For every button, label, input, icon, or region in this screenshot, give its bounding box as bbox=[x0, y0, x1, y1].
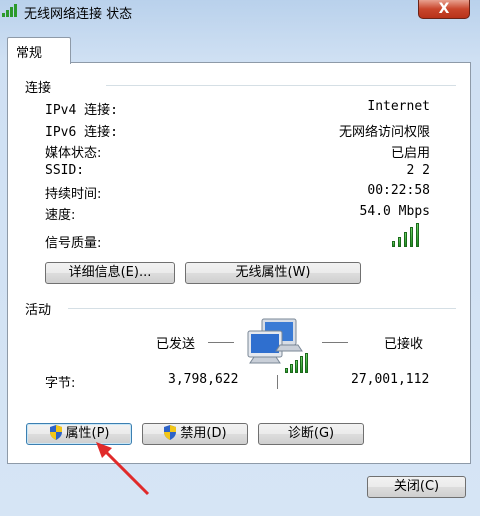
activity-group-divider bbox=[68, 308, 456, 309]
window-close-button[interactable]: X bbox=[418, 0, 470, 19]
properties-button-label: 属性(P) bbox=[65, 426, 110, 441]
ipv6-label: IPv6 连接: bbox=[45, 125, 118, 140]
annotation-arrow-icon bbox=[96, 442, 150, 496]
speed-value: 54.0 Mbps bbox=[359, 204, 430, 219]
sent-label: 已发送 bbox=[156, 337, 196, 352]
ssid-value: 2 2 bbox=[406, 163, 430, 178]
window-title: 无线网络连接 状态 bbox=[24, 7, 133, 22]
status-window: 无线网络连接 状态 X 常规 连接 IPv4 连接: Internet IPv6… bbox=[0, 0, 480, 516]
ipv4-label: IPv4 连接: bbox=[45, 103, 118, 118]
close-button[interactable]: 关闭(C) bbox=[367, 476, 466, 498]
tab-panel: 连接 IPv4 连接: Internet IPv6 连接: 无网络访问权限 媒体… bbox=[7, 62, 471, 464]
media-state-value: 已启用 bbox=[390, 146, 430, 161]
title-bar: 无线网络连接 状态 X bbox=[0, 0, 480, 22]
tab-general-label: 常规 bbox=[16, 46, 43, 61]
duration-label: 持续时间: bbox=[45, 187, 102, 202]
connection-group-divider bbox=[106, 85, 456, 86]
received-bytes-value: 27,001,112 bbox=[351, 372, 430, 387]
duration-value: 00:22:58 bbox=[367, 183, 430, 198]
activity-signal-icon bbox=[285, 353, 311, 373]
uac-shield-icon bbox=[163, 425, 177, 447]
details-button[interactable]: 详细信息(E)... bbox=[45, 262, 175, 284]
ipv6-value: 无网络访问权限 bbox=[338, 125, 430, 140]
disable-button-label: 禁用(D) bbox=[180, 426, 227, 441]
speed-label: 速度: bbox=[45, 208, 76, 223]
signal-quality-label: 信号质量: bbox=[45, 236, 102, 251]
diagnose-button[interactable]: 诊断(G) bbox=[258, 423, 364, 445]
received-line bbox=[322, 342, 348, 343]
wifi-signal-icon bbox=[2, 3, 18, 17]
activity-divider bbox=[277, 375, 278, 389]
uac-shield-icon bbox=[49, 425, 63, 447]
media-state-label: 媒体状态: bbox=[45, 146, 102, 161]
bytes-label: 字节: bbox=[45, 376, 76, 391]
sent-line bbox=[208, 342, 234, 343]
connection-group-label: 连接 bbox=[25, 81, 52, 96]
sent-bytes-value: 3,798,622 bbox=[168, 372, 239, 387]
activity-group-label: 活动 bbox=[25, 303, 52, 318]
tab-general[interactable]: 常规 bbox=[7, 37, 71, 64]
wireless-properties-button[interactable]: 无线属性(W) bbox=[185, 262, 361, 284]
ipv4-value: Internet bbox=[367, 99, 430, 114]
received-label: 已接收 bbox=[384, 337, 424, 352]
signal-strength-icon bbox=[392, 223, 422, 247]
ssid-label: SSID: bbox=[45, 163, 85, 178]
